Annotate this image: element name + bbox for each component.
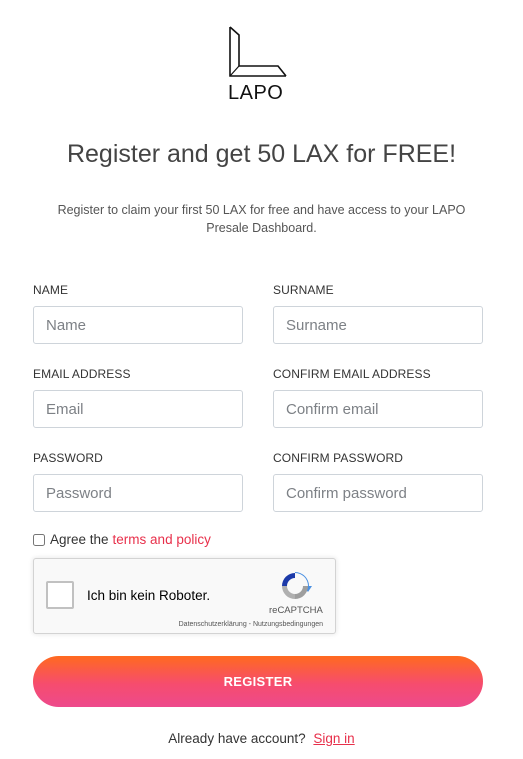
recaptcha-brand: reCAPTCHA <box>269 605 323 616</box>
page-title: Register and get 50 LAX for FREE! <box>66 140 457 168</box>
email-label: EMAIL ADDRESS <box>33 367 131 381</box>
name-label: NAME <box>33 283 69 297</box>
page-subtitle: Register to claim your first 50 LAX for … <box>57 203 466 235</box>
name-input[interactable] <box>33 306 243 344</box>
logo-text: LAPO <box>228 82 284 104</box>
surname-input[interactable] <box>273 306 483 344</box>
lapo-logo-icon <box>229 26 287 77</box>
lapo-logo: LAPO <box>226 26 290 108</box>
password-input[interactable] <box>33 474 243 512</box>
recaptcha-widget: Ich bin kein Roboter. reCAPTCHA Datensch… <box>33 558 336 634</box>
signin-prompt: Already have account? <box>168 731 306 746</box>
password-label: PASSWORD <box>33 451 103 465</box>
signin-link[interactable]: Sign in <box>313 731 354 746</box>
confirm-password-input[interactable] <box>273 474 483 512</box>
recaptcha-label: Ich bin kein Roboter. <box>87 588 211 603</box>
recaptcha-privacy-terms-links[interactable]: Datenschutzerklärung - Nutzungsbedingung… <box>179 621 323 628</box>
confirm-password-label: CONFIRM PASSWORD <box>273 451 404 465</box>
agree-terms-row: Agree the terms and policy <box>33 532 211 547</box>
confirm-email-label: CONFIRM EMAIL ADDRESS <box>273 367 431 381</box>
signin-row: Already have account? Sign in <box>0 731 523 746</box>
register-button[interactable]: REGISTER <box>33 656 483 707</box>
confirm-email-input[interactable] <box>273 390 483 428</box>
surname-label: SURNAME <box>273 283 334 297</box>
agree-terms-checkbox[interactable] <box>33 533 45 546</box>
recaptcha-checkbox[interactable] <box>46 581 74 609</box>
email-input[interactable] <box>33 390 243 428</box>
terms-and-policy-link[interactable]: terms and policy <box>113 532 211 547</box>
agree-terms-text: Agree the <box>50 532 109 547</box>
recaptcha-logo-icon <box>282 572 312 599</box>
